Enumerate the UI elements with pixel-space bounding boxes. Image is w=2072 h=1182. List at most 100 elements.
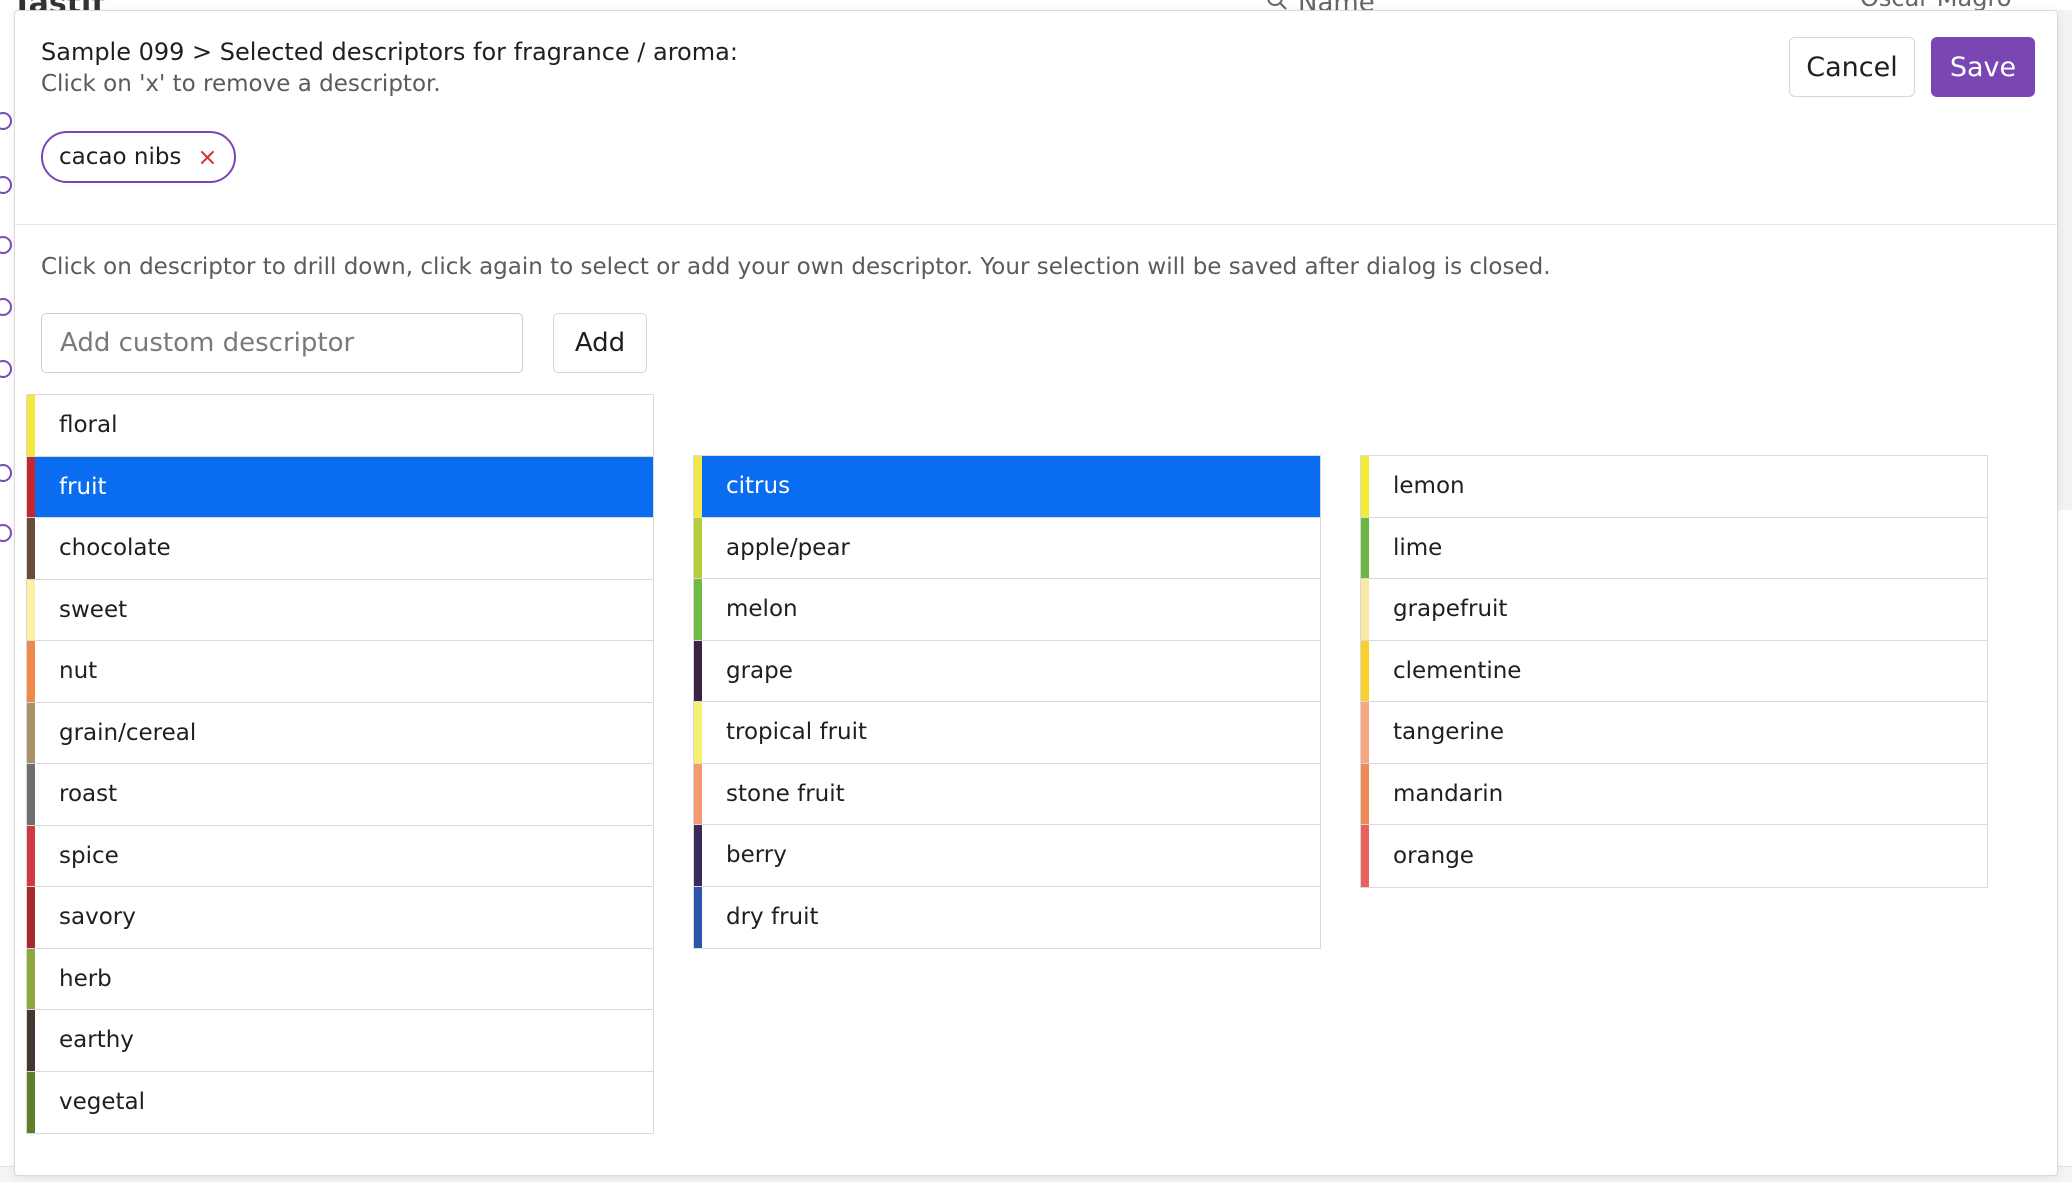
item-label: floral bbox=[59, 412, 118, 439]
close-icon[interactable]: × bbox=[197, 145, 217, 169]
color-swatch bbox=[27, 518, 35, 579]
list-item[interactable]: savory bbox=[27, 887, 653, 949]
dialog-header: Sample 099 > Selected descriptors for fr… bbox=[15, 11, 2057, 225]
color-swatch bbox=[27, 887, 35, 948]
color-swatch bbox=[1361, 702, 1369, 763]
list-item[interactable]: apple/pear bbox=[694, 517, 1320, 579]
item-label: grape bbox=[726, 657, 793, 684]
list-item[interactable]: floral bbox=[27, 395, 653, 457]
item-label: earthy bbox=[59, 1027, 134, 1054]
selected-descriptor-chip: cacao nibs × bbox=[41, 131, 236, 183]
color-swatch bbox=[694, 763, 702, 824]
shield-icon[interactable] bbox=[0, 464, 12, 482]
item-label: spice bbox=[59, 842, 119, 869]
item-label: tropical fruit bbox=[726, 719, 868, 746]
item-label: chocolate bbox=[59, 535, 171, 562]
item-label: stone fruit bbox=[726, 780, 845, 807]
color-swatch bbox=[1361, 825, 1369, 887]
color-swatch bbox=[1361, 640, 1369, 701]
list-item[interactable]: dry fruit bbox=[694, 886, 1320, 948]
color-swatch bbox=[1361, 579, 1369, 640]
save-button[interactable]: Save bbox=[1931, 37, 2035, 97]
item-label: lime bbox=[1393, 534, 1443, 561]
color-swatch bbox=[694, 702, 702, 763]
list-item[interactable]: roast bbox=[27, 764, 653, 826]
list-item[interactable]: fruit bbox=[27, 456, 653, 518]
list-item[interactable]: vegetal bbox=[27, 1071, 653, 1133]
item-label: tangerine bbox=[1393, 719, 1505, 746]
color-swatch bbox=[694, 886, 702, 948]
list-item[interactable]: spice bbox=[27, 825, 653, 887]
list-item[interactable]: chocolate bbox=[27, 518, 653, 580]
home-icon[interactable] bbox=[0, 112, 12, 130]
color-swatch bbox=[694, 825, 702, 886]
chip-label: cacao nibs bbox=[59, 144, 182, 170]
list-item[interactable]: mandarin bbox=[1361, 763, 1987, 825]
list-item[interactable]: lemon bbox=[1361, 456, 1987, 518]
item-label: grain/cereal bbox=[59, 719, 197, 746]
list-item[interactable]: nut bbox=[27, 641, 653, 703]
item-label: savory bbox=[59, 904, 136, 931]
color-swatch bbox=[694, 640, 702, 701]
leaf-icon[interactable] bbox=[0, 298, 12, 316]
list-item[interactable]: berry bbox=[694, 825, 1320, 887]
item-label: vegetal bbox=[59, 1089, 146, 1116]
list-item[interactable]: tangerine bbox=[1361, 702, 1987, 764]
cancel-button[interactable]: Cancel bbox=[1789, 37, 1915, 97]
list-item[interactable]: clementine bbox=[1361, 640, 1987, 702]
color-swatch bbox=[27, 579, 35, 640]
color-swatch bbox=[27, 1071, 35, 1133]
dialog-title: Sample 099 > Selected descriptors for fr… bbox=[41, 38, 738, 66]
item-label: herb bbox=[59, 965, 112, 992]
color-swatch bbox=[27, 395, 35, 456]
color-swatch bbox=[27, 764, 35, 825]
item-label: sweet bbox=[59, 596, 128, 623]
color-swatch bbox=[27, 1010, 35, 1071]
page-scrollbar[interactable] bbox=[2058, 10, 2072, 510]
item-label: mandarin bbox=[1393, 780, 1504, 807]
item-label: clementine bbox=[1393, 657, 1522, 684]
item-label: grapefruit bbox=[1393, 596, 1508, 623]
item-label: citrus bbox=[726, 473, 791, 500]
list-item[interactable]: grain/cereal bbox=[27, 702, 653, 764]
item-label: melon bbox=[726, 596, 798, 623]
color-swatch bbox=[694, 579, 702, 640]
custom-descriptor-input[interactable] bbox=[41, 313, 523, 373]
item-label: fruit bbox=[59, 473, 107, 500]
list-item[interactable]: earthy bbox=[27, 1010, 653, 1072]
color-swatch bbox=[694, 517, 702, 578]
color-swatch bbox=[27, 456, 35, 517]
dialog-subtitle: Click on 'x' to remove a descriptor. bbox=[41, 71, 441, 97]
side-navigation-rail bbox=[0, 100, 14, 560]
item-label: nut bbox=[59, 658, 98, 685]
color-swatch bbox=[694, 456, 702, 517]
list-item[interactable]: stone fruit bbox=[694, 763, 1320, 825]
color-swatch bbox=[27, 641, 35, 702]
item-label: dry fruit bbox=[726, 904, 819, 931]
list-item[interactable]: grape bbox=[694, 640, 1320, 702]
list-item[interactable]: orange bbox=[1361, 825, 1987, 887]
add-descriptor-button[interactable]: Add bbox=[553, 313, 647, 373]
instruction-text: Click on descriptor to drill down, click… bbox=[41, 254, 1551, 280]
item-label: apple/pear bbox=[726, 534, 850, 561]
cup-icon[interactable] bbox=[0, 236, 12, 254]
color-swatch bbox=[1361, 456, 1369, 517]
list-item[interactable]: grapefruit bbox=[1361, 579, 1987, 641]
list-item[interactable]: sweet bbox=[27, 579, 653, 641]
descriptor-list-level-2: citrus apple/pear melon grape tropical f… bbox=[693, 455, 1321, 949]
color-swatch bbox=[27, 702, 35, 763]
descriptor-list-level-3: lemon lime grapefruit clementine tangeri… bbox=[1360, 455, 1988, 888]
help-icon[interactable] bbox=[0, 360, 12, 378]
list-item[interactable]: melon bbox=[694, 579, 1320, 641]
list-item[interactable]: citrus bbox=[694, 456, 1320, 518]
item-label: orange bbox=[1393, 842, 1474, 869]
user-icon[interactable] bbox=[0, 176, 12, 194]
info-icon[interactable] bbox=[0, 524, 12, 542]
list-item[interactable]: herb bbox=[27, 948, 653, 1010]
color-swatch bbox=[1361, 517, 1369, 578]
color-swatch bbox=[27, 948, 35, 1009]
list-item[interactable]: tropical fruit bbox=[694, 702, 1320, 764]
descriptor-list-level-1: floral fruit chocolate sweet nut grain/c… bbox=[26, 394, 654, 1134]
item-label: roast bbox=[59, 781, 118, 808]
list-item[interactable]: lime bbox=[1361, 517, 1987, 579]
